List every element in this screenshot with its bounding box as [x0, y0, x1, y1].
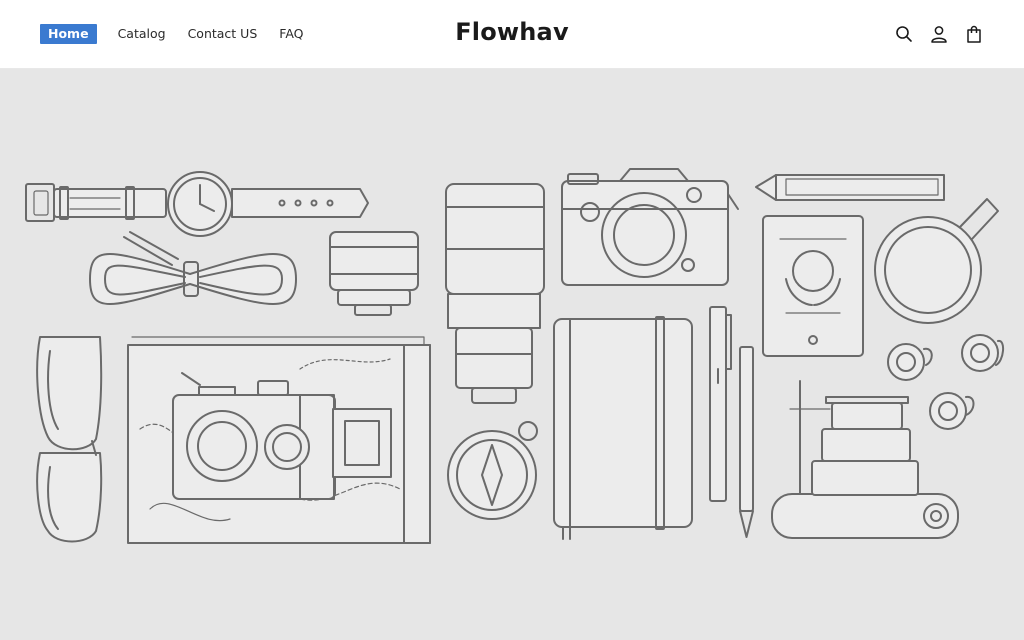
site-header: Home Catalog Contact US FAQ Flowhav	[0, 0, 1024, 69]
notebook-icon	[553, 316, 693, 540]
sunglasses-icon	[36, 336, 103, 543]
mug-icon	[874, 198, 999, 324]
compact-camera-icon	[771, 380, 959, 539]
nav-faq-link[interactable]: FAQ	[278, 24, 304, 44]
store-logo-title[interactable]: Flowhav	[455, 18, 569, 46]
header-icons	[881, 22, 986, 46]
account-icon[interactable]	[927, 22, 951, 46]
hero-illustration	[25, 168, 1004, 544]
cart-icon[interactable]	[962, 22, 986, 46]
wristwatch-icon	[25, 171, 369, 237]
nav-catalog-link[interactable]: Catalog	[117, 24, 167, 44]
film-rolls-icon	[887, 334, 1004, 430]
pencil-icon	[739, 346, 754, 538]
passport-icon	[762, 215, 864, 357]
nav-home-link[interactable]: Home	[40, 24, 97, 44]
pencil-icon	[755, 174, 945, 201]
compass-icon	[447, 421, 538, 520]
zoom-lens-icon	[445, 183, 545, 404]
search-icon[interactable]	[892, 22, 916, 46]
lens-icon	[329, 231, 419, 316]
hero-banner	[0, 69, 1024, 640]
main-nav: Home Catalog Contact US FAQ	[40, 24, 325, 44]
camera-strap-icon	[89, 231, 297, 305]
pen-icon	[709, 306, 732, 502]
retro-camera-icon	[561, 168, 739, 286]
nav-contact-link[interactable]: Contact US	[187, 24, 259, 44]
